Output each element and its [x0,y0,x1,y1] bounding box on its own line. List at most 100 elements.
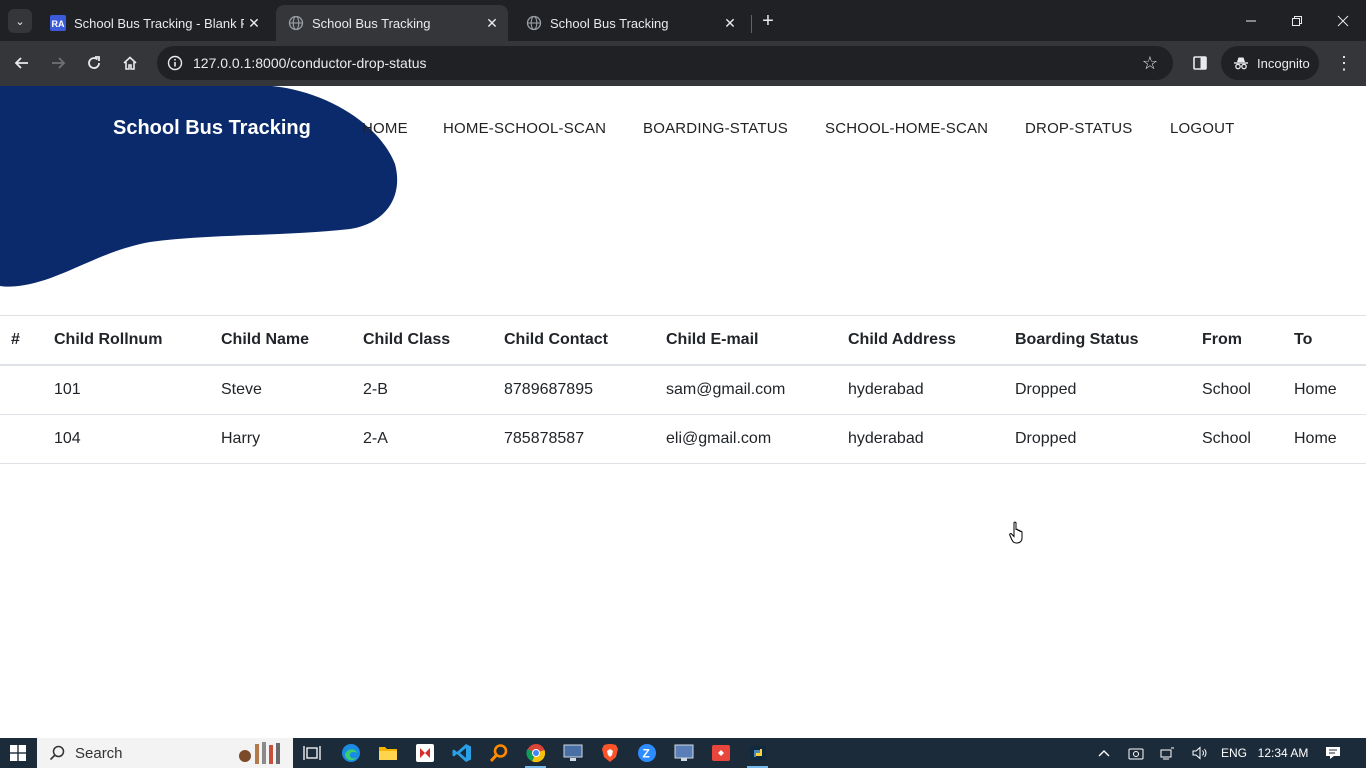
column-header-class: Child Class [363,315,504,366]
cell-contact: 785878587 [504,414,666,464]
cell-email: eli@gmail.com [666,414,848,464]
app-red-icon[interactable] [406,738,443,768]
tab-3[interactable]: School Bus Tracking ✕ [514,5,746,41]
cell-name: Harry [221,414,363,464]
minimize-icon[interactable] [1228,0,1274,41]
forward-arrow-icon[interactable] [45,50,71,76]
language-indicator[interactable]: ENG [1218,738,1250,768]
svg-text:Z: Z [642,747,649,761]
hand-cursor-icon [1009,521,1023,544]
column-header-boarding-status: Boarding Status [1015,315,1202,366]
table-header-row: # Child Rollnum Child Name Child Class C… [0,315,1366,366]
url-text[interactable]: 127.0.0.1:8000/conductor-drop-status [193,55,427,71]
nav-link-home[interactable]: HOME [362,120,408,137]
table-row: 104 Harry 2-A 785878587 eli@gmail.com hy… [0,414,1366,464]
close-icon[interactable]: ✕ [482,13,502,33]
home-icon[interactable] [117,50,143,76]
anydesk-icon[interactable] [702,738,739,768]
cell-to: Home [1294,365,1366,415]
browser-toolbar: 127.0.0.1:8000/conductor-drop-status ☆ I… [0,41,1366,86]
cell-email: sam@gmail.com [666,365,848,415]
clock[interactable]: 12:34 AM [1254,738,1312,768]
back-arrow-icon[interactable] [9,50,35,76]
restore-icon[interactable] [1274,0,1320,41]
edge-browser-icon[interactable] [332,738,369,768]
brand-title[interactable]: School Bus Tracking [113,117,311,140]
cell-from: School [1202,365,1294,415]
site-info-icon[interactable] [163,51,187,75]
column-header-index: # [0,315,54,366]
cell-to: Home [1294,414,1366,464]
column-header-to: To [1294,315,1366,366]
ra-icon: RA [50,15,66,31]
zoom-app-icon[interactable]: Z [628,738,665,768]
reload-icon[interactable] [81,50,107,76]
nav-link-drop-status[interactable]: DROP-STATUS [1025,120,1132,137]
cell-rollnum: 104 [54,414,221,464]
column-header-rollnum: Child Rollnum [54,315,221,366]
vscode-icon[interactable] [443,738,480,768]
nav-link-logout[interactable]: LOGOUT [1170,120,1235,137]
drop-status-table: # Child Rollnum Child Name Child Class C… [0,315,1366,464]
tab-title: School Bus Tracking - Blank Pa [74,15,244,31]
windows-start-icon[interactable] [0,738,36,768]
close-window-icon[interactable] [1320,0,1366,41]
network-icon[interactable] [1155,738,1179,768]
browser-tabstrip: ⌄ RA School Bus Tracking - Blank Pa ✕ Sc… [0,0,1366,41]
cell-name: Steve [221,365,363,415]
tab-1[interactable]: RA School Bus Tracking - Blank Pa ✕ [38,5,270,41]
file-explorer-icon[interactable] [369,738,406,768]
column-header-address: Child Address [848,315,1015,366]
nav-link-school-home-scan[interactable]: SCHOOL-HOME-SCAN [825,120,988,137]
notifications-icon[interactable] [1320,738,1346,768]
nav-link-boarding-status[interactable]: BOARDING-STATUS [643,120,788,137]
nav-link-home-school-scan[interactable]: HOME-SCHOOL-SCAN [443,120,606,137]
cell-boarding-status: Dropped [1015,414,1202,464]
tab-title: School Bus Tracking [312,15,431,31]
chevron-up-icon[interactable] [1092,738,1116,768]
tab-2[interactable]: School Bus Tracking ✕ [276,5,508,41]
cell-index [0,365,54,415]
cell-index [0,414,54,464]
taskbar-search-box[interactable]: Search [37,738,293,768]
table-row: 101 Steve 2-B 8789687895 sam@gmail.com h… [0,365,1366,415]
cell-rollnum: 101 [54,365,221,415]
address-bar[interactable]: 127.0.0.1:8000/conductor-drop-status ☆ [157,46,1173,80]
search-app-icon[interactable] [480,738,517,768]
new-tab-button[interactable]: + [756,9,780,33]
cell-boarding-status: Dropped [1015,365,1202,415]
tab-separator [751,15,752,33]
python-app-icon[interactable] [739,738,776,768]
column-header-contact: Child Contact [504,315,666,366]
chrome-icon[interactable] [517,738,554,768]
tab-title: School Bus Tracking [550,15,669,31]
column-header-email: Child E-mail [666,315,848,366]
cell-class: 2-B [363,365,504,415]
cell-address: hyderabad [848,365,1015,415]
incognito-label: Incognito [1257,55,1310,71]
camera-icon[interactable] [1124,738,1148,768]
close-icon[interactable]: ✕ [244,13,264,33]
incognito-badge[interactable]: Incognito [1221,46,1319,80]
cell-from: School [1202,414,1294,464]
globe-icon [526,15,542,31]
sql-app-icon[interactable] [665,738,702,768]
column-header-from: From [1202,315,1294,366]
remote-desktop-icon[interactable] [554,738,591,768]
globe-icon [288,15,304,31]
bookmark-star-icon[interactable]: ☆ [1139,52,1161,74]
cell-contact: 8789687895 [504,365,666,415]
incognito-icon [1234,57,1248,70]
search-icon [49,745,65,761]
task-view-icon[interactable] [293,738,330,768]
close-icon[interactable]: ✕ [720,13,740,33]
brave-browser-icon[interactable] [591,738,628,768]
volume-icon[interactable] [1188,738,1212,768]
column-header-name: Child Name [221,315,363,366]
more-menu-icon[interactable]: ⋮ [1332,51,1356,75]
page-viewport: School Bus Tracking HOME HOME-SCHOOL-SCA… [0,86,1366,738]
svg-text:RA: RA [52,19,65,29]
side-panel-icon[interactable] [1188,51,1212,75]
tab-search-button[interactable]: ⌄ [8,9,32,33]
windows-taskbar: Search Z ENG 12:34 AM [0,738,1366,768]
